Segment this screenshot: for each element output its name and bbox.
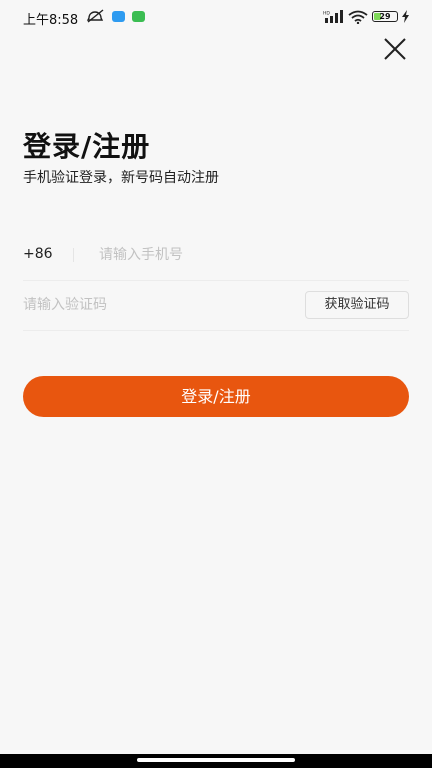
message-app-icon: [112, 11, 125, 22]
page-title: 登录/注册: [23, 130, 151, 163]
navigation-bar: [0, 754, 432, 768]
status-bar: 上午8:58 HD 29: [0, 0, 432, 34]
wifi-icon: [348, 10, 368, 24]
get-code-button[interactable]: 获取验证码: [305, 291, 409, 319]
phone-field-row: +86: [23, 230, 409, 281]
close-icon[interactable]: [380, 34, 410, 64]
country-code[interactable]: +86: [23, 246, 53, 262]
signal-icon: HD: [323, 10, 343, 23]
charging-icon: [402, 10, 409, 23]
verification-code-input[interactable]: [23, 288, 283, 322]
mute-icon: [86, 9, 104, 23]
battery-icon: 29: [372, 11, 398, 22]
battery-level: 29: [379, 12, 391, 21]
home-indicator[interactable]: [137, 758, 295, 762]
phone-input[interactable]: [99, 238, 399, 272]
country-code-divider: [73, 248, 74, 262]
login-register-button[interactable]: 登录/注册: [23, 376, 409, 417]
signal-hd-label: HD: [323, 11, 330, 17]
page-subtitle: 手机验证登录，新号码自动注册: [23, 170, 219, 186]
status-time: 上午8:58: [23, 13, 79, 28]
code-field-row: 获取验证码: [23, 281, 409, 331]
download-app-icon: [132, 11, 145, 22]
